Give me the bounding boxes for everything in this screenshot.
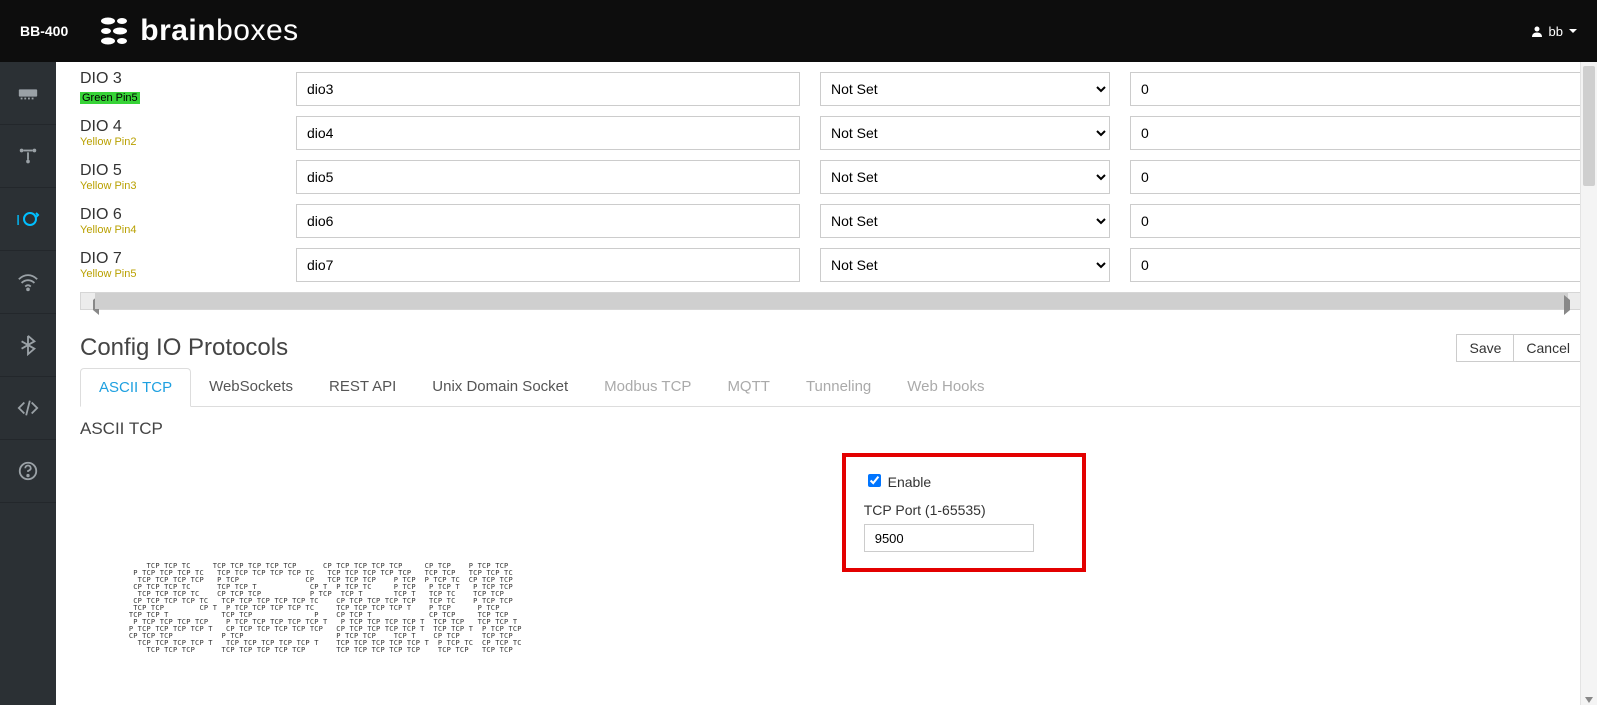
enable-label[interactable]: Enable <box>864 474 931 490</box>
svg-text:I: I <box>16 212 20 229</box>
pipeline-icon <box>17 145 39 167</box>
dio-label: DIO 4 Yellow Pin2 <box>80 118 276 148</box>
brand-logo: brainboxes <box>98 13 298 49</box>
dio-name-input[interactable] <box>296 248 800 282</box>
tab-rest-api[interactable]: REST API <box>311 368 414 406</box>
dio-mode-select[interactable]: Not Set <box>820 72 1110 106</box>
dio-count-input[interactable] <box>1130 160 1583 194</box>
dio-name-input[interactable] <box>296 160 800 194</box>
subsection-title: ASCII TCP <box>80 419 1583 439</box>
dio-title: DIO 5 <box>80 162 276 180</box>
section-title: Config IO Protocols <box>80 334 288 362</box>
dio-row: DIO 5 Yellow Pin3 Not Set <box>80 160 1583 194</box>
dio-mode-select[interactable]: Not Set <box>820 160 1110 194</box>
io-icon: I <box>16 207 40 231</box>
scrollbar-thumb[interactable] <box>95 293 1568 309</box>
tab-modbus-tcp[interactable]: Modbus TCP <box>586 368 709 406</box>
dio-name-input[interactable] <box>296 72 800 106</box>
dio-label: DIO 3 Green Pin5 <box>80 72 276 106</box>
sidebar-item-device[interactable] <box>0 62 56 125</box>
wifi-icon <box>17 271 39 293</box>
chevron-down-icon <box>1569 27 1577 35</box>
dio-label: DIO 7 Yellow Pin5 <box>80 250 276 280</box>
sidebar-item-help[interactable] <box>0 440 56 503</box>
vertical-scrollbar-thumb[interactable] <box>1583 66 1595 186</box>
dio-pin: Yellow Pin5 <box>80 268 276 280</box>
dio-title: DIO 6 <box>80 206 276 224</box>
ascii-diagram: TCP TCP TC TCP TCP TCP TCP TCP CP TCP TC… <box>80 453 522 654</box>
brainboxes-icon <box>98 13 134 49</box>
port-label: TCP Port (1-65535) <box>864 502 1064 518</box>
dio-pin: Green Pin5 <box>80 92 140 104</box>
tab-unix-domain-socket[interactable]: Unix Domain Socket <box>414 368 586 406</box>
enable-panel: Enable TCP Port (1-65535) <box>842 453 1086 572</box>
tab-web-hooks[interactable]: Web Hooks <box>889 368 1002 406</box>
dio-pin: Yellow Pin2 <box>80 136 276 148</box>
tab-ascii-tcp[interactable]: ASCII TCP <box>80 368 191 407</box>
bluetooth-icon <box>17 334 39 356</box>
cancel-button[interactable]: Cancel <box>1514 334 1583 362</box>
dio-title: DIO 3 <box>80 70 276 88</box>
dio-title: DIO 4 <box>80 118 276 136</box>
sidebar-item-bluetooth[interactable] <box>0 314 56 377</box>
dio-pin: Yellow Pin3 <box>80 180 276 192</box>
sidebar-item-code[interactable] <box>0 377 56 440</box>
dio-row: DIO 4 Yellow Pin2 Not Set <box>80 116 1583 150</box>
dio-row: DIO 3 Green Pin5 Not Set <box>80 72 1583 106</box>
dio-count-input[interactable] <box>1130 116 1583 150</box>
dio-name-input[interactable] <box>296 204 800 238</box>
dio-row: DIO 6 Yellow Pin4 Not Set <box>80 204 1583 238</box>
code-icon <box>17 397 39 419</box>
sidebar: I <box>0 62 56 705</box>
dio-mode-select[interactable]: Not Set <box>820 204 1110 238</box>
dio-mode-select[interactable]: Not Set <box>820 248 1110 282</box>
dio-count-input[interactable] <box>1130 204 1583 238</box>
dio-mode-select[interactable]: Not Set <box>820 116 1110 150</box>
dio-pin: Yellow Pin4 <box>80 224 276 236</box>
dio-count-input[interactable] <box>1130 248 1583 282</box>
sidebar-item-wifi[interactable] <box>0 251 56 314</box>
device-icon <box>17 82 39 104</box>
vertical-scrollbar[interactable] <box>1580 62 1597 705</box>
sidebar-item-io[interactable]: I <box>0 188 56 251</box>
dio-count-input[interactable] <box>1130 72 1583 106</box>
sidebar-item-pipeline[interactable] <box>0 125 56 188</box>
save-button[interactable]: Save <box>1456 334 1514 362</box>
dio-row: DIO 7 Yellow Pin5 Not Set <box>80 248 1583 282</box>
dio-label: DIO 5 Yellow Pin3 <box>80 162 276 192</box>
tcp-port-input[interactable] <box>864 524 1034 552</box>
enable-checkbox[interactable] <box>868 474 881 487</box>
tab-websockets[interactable]: WebSockets <box>191 368 311 406</box>
user-name: bb <box>1549 24 1563 39</box>
user-icon <box>1531 25 1543 37</box>
tab-mqtt[interactable]: MQTT <box>709 368 788 406</box>
user-menu[interactable]: bb <box>1531 24 1577 39</box>
help-icon <box>17 460 39 482</box>
tab-tunneling[interactable]: Tunneling <box>788 368 889 406</box>
dio-name-input[interactable] <box>296 116 800 150</box>
protocol-tabs: ASCII TCPWebSocketsREST APIUnix Domain S… <box>80 368 1583 407</box>
app-header: BB-400 brainboxes bb <box>0 0 1597 62</box>
dio-label: DIO 6 Yellow Pin4 <box>80 206 276 236</box>
horizontal-scrollbar[interactable] <box>80 292 1583 310</box>
product-code: BB-400 <box>20 23 68 39</box>
main-content: DIO 3 Green Pin5 Not Set DIO 4 Yellow Pi… <box>56 62 1597 705</box>
dio-title: DIO 7 <box>80 250 276 268</box>
